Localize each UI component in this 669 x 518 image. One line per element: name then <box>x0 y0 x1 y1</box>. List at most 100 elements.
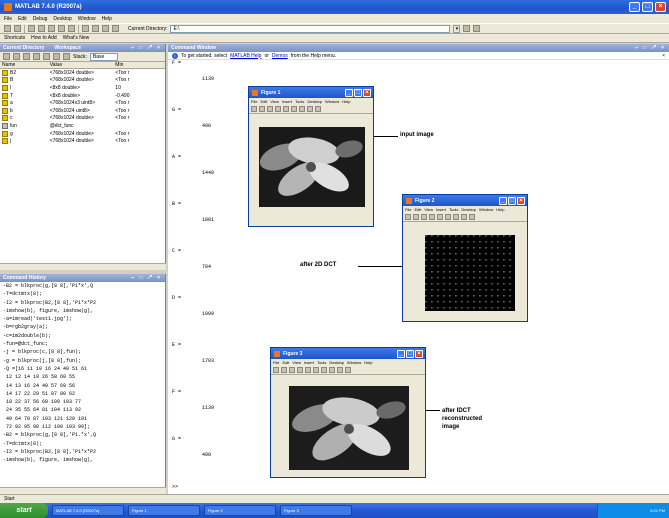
pointer-icon[interactable] <box>305 367 311 373</box>
cut-icon[interactable] <box>28 25 35 32</box>
open-variable-icon[interactable] <box>13 53 20 60</box>
shortcut-whats-new[interactable]: What's New <box>63 35 90 41</box>
history-line[interactable]: 12 12 14 19 26 58 60 55 <box>3 373 165 381</box>
menu-edit[interactable]: Edit <box>18 16 27 22</box>
taskbar-item-matlab[interactable]: MATLAB 7.4.0 (R2007a) <box>52 505 124 516</box>
new-variable-icon[interactable] <box>3 53 10 60</box>
stack-select[interactable]: Base <box>89 52 118 61</box>
pointer-icon[interactable] <box>283 106 289 112</box>
figure-3-window[interactable]: Figure 3 _ □ × File Edit View Insert Tools Desk… <box>270 347 426 478</box>
figure-menu-item[interactable]: Help <box>496 207 504 212</box>
figure-menu-item[interactable]: File <box>273 360 279 365</box>
table-row[interactable]: B2 <768x1024 double> <Too r <box>0 69 165 77</box>
save-icon[interactable] <box>421 214 427 220</box>
profiler-icon[interactable] <box>102 25 109 32</box>
maximize-button[interactable]: □ <box>406 349 414 358</box>
history-line[interactable]: -g = blkproc(j,[8 8],fun); <box>3 357 165 365</box>
figure-menu-item[interactable]: Window <box>325 99 339 104</box>
simulink-icon[interactable] <box>82 25 89 32</box>
history-line[interactable]: 14 13 16 24 40 57 69 56 <box>3 382 165 390</box>
demos-link[interactable]: Demos <box>272 53 288 59</box>
history-line[interactable]: -j = blkproc(c,[8 8],fun); <box>3 348 165 356</box>
table-row[interactable]: fun @dct_func <box>0 122 165 130</box>
save-icon[interactable] <box>289 367 295 373</box>
command-history-list[interactable]: -B2 = blkproc(g,[8 8],'P1*x',Q -T=dctmtx(… <box>0 282 165 487</box>
panel-controls[interactable]: ⎯ □ ↗ × <box>131 45 165 51</box>
parent-folder-icon[interactable] <box>473 25 481 32</box>
history-line[interactable]: -B2 = blkproc(g,[8 8],'P1.*x',Q <box>3 431 165 439</box>
rotate-icon[interactable] <box>337 367 343 373</box>
zoom-in-icon[interactable] <box>291 106 297 112</box>
history-line[interactable]: -Q =[16 11 10 16 24 40 51 61 <box>3 365 165 373</box>
horizontal-scrollbar[interactable] <box>0 487 166 494</box>
figure-menu-item[interactable]: File <box>405 207 411 212</box>
pan-icon[interactable] <box>461 214 467 220</box>
open-file-icon[interactable] <box>413 214 419 220</box>
history-line[interactable]: 14 17 22 29 51 87 80 62 <box>3 390 165 398</box>
data-cursor-icon[interactable] <box>345 367 351 373</box>
panel-controls[interactable]: ⎯ □ ↗ × <box>131 275 165 281</box>
table-row[interactable]: a <768x1024x3 uint8> <Too r <box>0 99 165 107</box>
figure-menu-item[interactable]: Help <box>364 360 372 365</box>
table-row[interactable]: I <8x8 double> 10 <box>0 84 165 92</box>
redo-icon[interactable] <box>68 25 75 32</box>
table-row[interactable]: g <768x1024 double> <Too r <box>0 130 165 138</box>
maximize-button[interactable]: □ <box>354 88 362 97</box>
browse-folder-icon[interactable] <box>463 25 471 32</box>
history-line[interactable]: -c=im2double(b); <box>3 332 165 340</box>
figure-2-window[interactable]: Figure 2 _ □ × File Edit View Insert Tools Desk… <box>402 194 528 322</box>
history-line[interactable]: -imshow(b), figure, imshow(g), <box>3 307 165 315</box>
pan-icon[interactable] <box>307 106 313 112</box>
delete-icon[interactable] <box>53 53 60 60</box>
minimize-button[interactable]: _ <box>499 196 507 205</box>
history-line[interactable]: -I2 = blkproc(B2,[8 8],'P1*x*P2 <box>3 299 165 307</box>
figure-menu-item[interactable]: File <box>251 99 257 104</box>
history-line[interactable]: -T=dctmtx(8); <box>3 290 165 298</box>
figure-menu-item[interactable]: Help <box>342 99 350 104</box>
close-icon[interactable]: × <box>662 53 669 59</box>
column-header-min[interactable]: Min <box>115 62 165 68</box>
maximize-button[interactable]: □ <box>642 2 653 12</box>
figure-menu-item[interactable]: Edit <box>414 207 421 212</box>
minimize-button[interactable]: _ <box>629 2 640 12</box>
figure-menu-item[interactable]: View <box>424 207 433 212</box>
rotate-icon[interactable] <box>315 106 321 112</box>
close-button[interactable]: × <box>655 2 666 12</box>
current-directory-input[interactable]: E:\ <box>170 24 451 33</box>
zoom-out-icon[interactable] <box>453 214 459 220</box>
copy-icon[interactable] <box>38 25 45 32</box>
menu-desktop[interactable]: Desktop <box>53 16 71 22</box>
history-line[interactable]: -b=rgb2gray(a); <box>3 323 165 331</box>
table-row[interactable]: B <768x1024 double> <Too r <box>0 77 165 85</box>
column-header-value[interactable]: Value <box>50 62 116 68</box>
table-row[interactable]: T <8x8 double> -0.490 <box>0 92 165 100</box>
figure-menu-item[interactable]: Insert <box>436 207 446 212</box>
zoom-in-icon[interactable] <box>313 367 319 373</box>
paste-icon[interactable] <box>48 25 55 32</box>
pointer-icon[interactable] <box>437 214 443 220</box>
help-icon[interactable] <box>112 25 119 32</box>
guide-icon[interactable] <box>92 25 99 32</box>
open-file-icon[interactable] <box>259 106 265 112</box>
shortcut-how-to-add[interactable]: How to Add <box>31 35 57 41</box>
close-button[interactable]: × <box>415 349 423 358</box>
new-file-icon[interactable] <box>4 25 11 32</box>
pan-icon[interactable] <box>329 367 335 373</box>
figure-menu-item[interactable]: Edit <box>282 360 289 365</box>
taskbar-item-figure-3[interactable]: Figure 3 <box>280 505 352 516</box>
import-data-icon[interactable] <box>23 53 30 60</box>
new-figure-icon[interactable] <box>405 214 411 220</box>
table-row[interactable]: b <768x1024 uint8> <Too r <box>0 107 165 115</box>
figure-menu-item[interactable]: Window <box>347 360 361 365</box>
history-line[interactable]: -B2 = blkproc(g,[8 8],'P1*x',Q <box>3 282 165 290</box>
maximize-button[interactable]: □ <box>508 196 516 205</box>
figure-menu-item[interactable]: Insert <box>282 99 292 104</box>
figure-menu-item[interactable]: Tools <box>317 360 326 365</box>
figure-menu-item[interactable]: Desktop <box>461 207 476 212</box>
history-line[interactable]: 49 64 78 87 103 121 120 101 <box>3 415 165 423</box>
history-line[interactable]: -imshow(b), figure, imshow(g), <box>3 456 165 464</box>
new-figure-icon[interactable] <box>273 367 279 373</box>
zoom-in-icon[interactable] <box>445 214 451 220</box>
menu-file[interactable]: File <box>4 16 12 22</box>
taskbar-item-figure-1[interactable]: Figure 1 <box>128 505 200 516</box>
